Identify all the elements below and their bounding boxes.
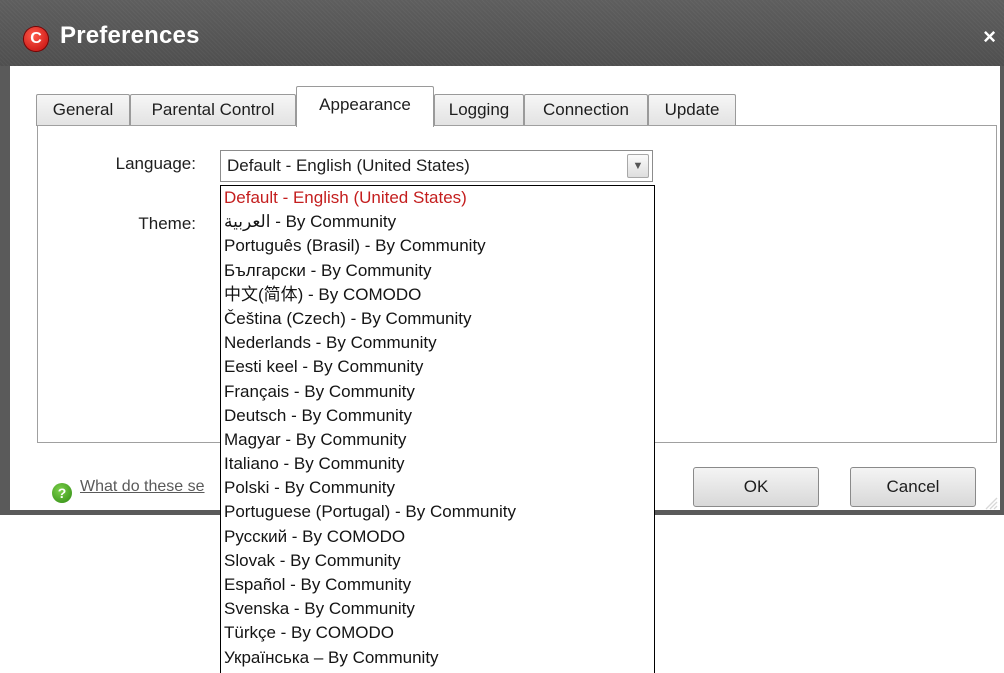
language-option[interactable]: Українська – By Community: [221, 646, 654, 670]
language-option[interactable]: Türkçe - By COMODO: [221, 621, 654, 645]
language-option[interactable]: Default - English (United States): [221, 186, 654, 210]
language-option[interactable]: Español - By Community: [221, 573, 654, 597]
tab-connection[interactable]: Connection: [524, 94, 648, 126]
language-option[interactable]: Italiano - By Community: [221, 452, 654, 476]
title-bar[interactable]: C Preferences ×: [0, 0, 1004, 66]
resize-grip-icon[interactable]: [984, 496, 998, 510]
language-dropdown-list[interactable]: Default - English (United States) العربي…: [220, 185, 655, 673]
language-option[interactable]: Magyar - By Community: [221, 428, 654, 452]
help-question-icon: ?: [52, 483, 72, 503]
language-select[interactable]: Default - English (United States) ▼: [220, 150, 653, 182]
cancel-button[interactable]: Cancel: [850, 467, 976, 507]
language-option[interactable]: Svenska - By Community: [221, 597, 654, 621]
help-link[interactable]: What do these se: [80, 478, 205, 496]
language-option[interactable]: Български - By Community: [221, 259, 654, 283]
language-option[interactable]: Nederlands - By Community: [221, 331, 654, 355]
language-label: Language:: [115, 154, 196, 173]
language-option[interactable]: Deutsch - By Community: [221, 404, 654, 428]
tab-update[interactable]: Update: [648, 94, 736, 126]
language-option[interactable]: Polski - By Community: [221, 476, 654, 500]
window-title: Preferences: [60, 22, 200, 49]
ok-button[interactable]: OK: [693, 467, 819, 507]
theme-label: Theme:: [138, 214, 196, 233]
close-icon[interactable]: ×: [983, 24, 996, 50]
language-option[interactable]: 中文(简体) - By COMODO: [221, 283, 654, 307]
language-option[interactable]: العربية - By Community: [221, 210, 654, 234]
comodo-logo-icon: C: [24, 27, 48, 51]
tab-general[interactable]: General: [36, 94, 130, 126]
language-select-value: Default - English (United States): [227, 156, 470, 175]
language-option[interactable]: Português (Brasil) - By Community: [221, 234, 654, 258]
language-option[interactable]: Slovak - By Community: [221, 549, 654, 573]
language-option[interactable]: Русский - By COMODO: [221, 525, 654, 549]
chevron-down-icon[interactable]: ▼: [627, 154, 649, 178]
tab-parental-control[interactable]: Parental Control: [130, 94, 296, 126]
language-option[interactable]: Français - By Community: [221, 380, 654, 404]
language-option[interactable]: Portuguese (Portugal) - By Community: [221, 500, 654, 524]
language-option[interactable]: Čeština (Czech) - By Community: [221, 307, 654, 331]
tab-appearance[interactable]: Appearance: [296, 86, 434, 127]
language-option[interactable]: Eesti keel - By Community: [221, 355, 654, 379]
tab-logging[interactable]: Logging: [434, 94, 524, 126]
